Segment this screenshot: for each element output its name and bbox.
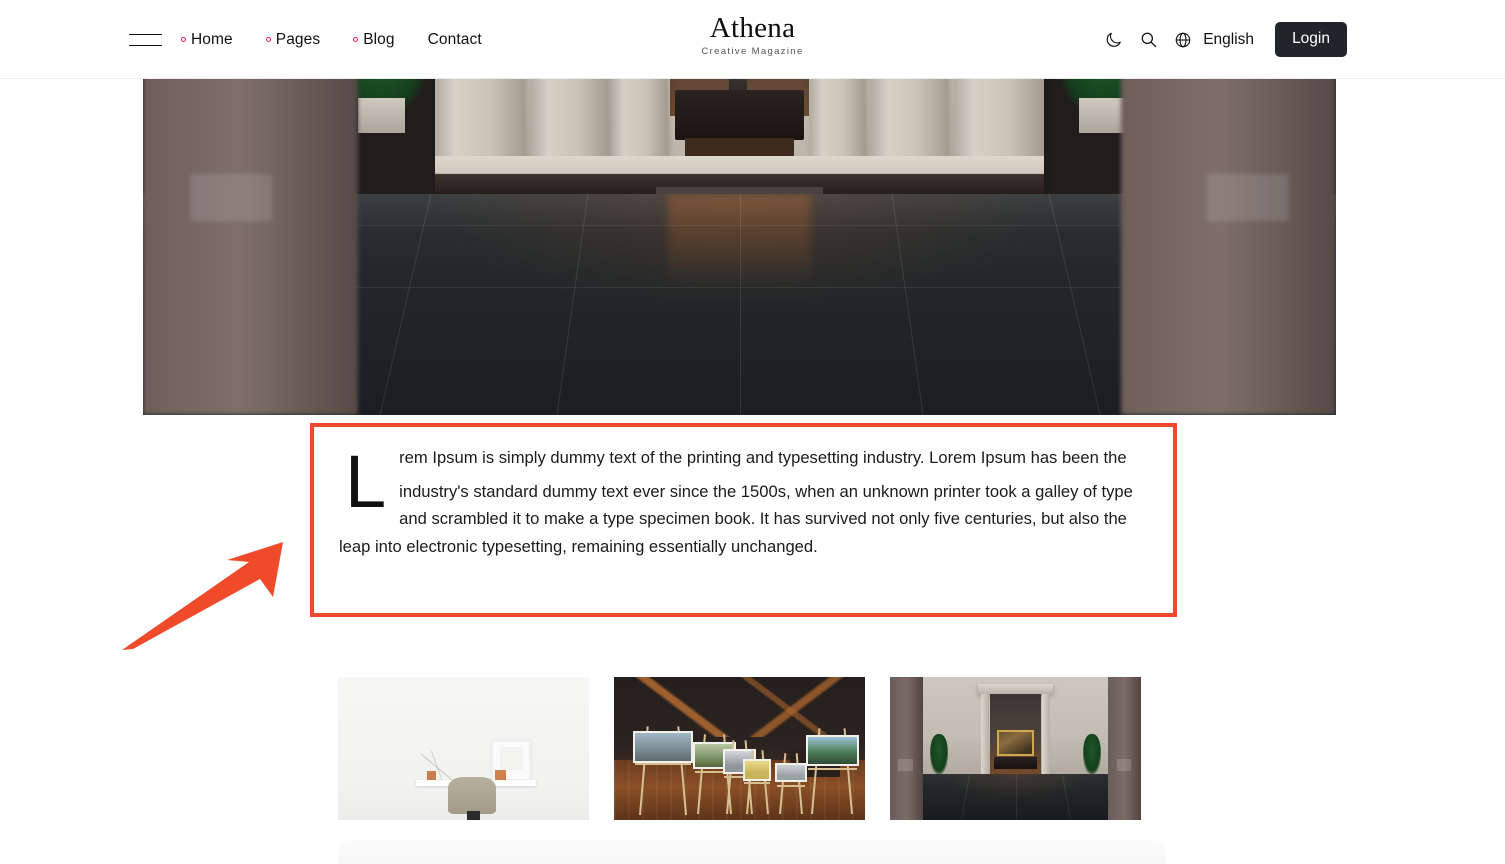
thumb-easel-crossbar <box>776 784 806 787</box>
thumb-canvas <box>632 730 694 763</box>
scene-wall-plate <box>190 173 272 222</box>
article-lede-body: orem Ipsum is simply dummy text of the p… <box>339 448 1133 557</box>
thumb-easel-crossbar <box>743 782 771 785</box>
thumb-plant <box>420 751 456 783</box>
nav-item-label: Pages <box>275 30 321 48</box>
gallery-thumbnail[interactable] <box>890 677 1141 820</box>
nav-item-blog[interactable]: Blog <box>353 30 395 49</box>
globe-icon <box>1170 27 1196 53</box>
page-root: Home Pages Blog Contact Athena Creative … <box>0 0 1505 864</box>
scene-floor-seam <box>890 193 924 415</box>
scene-door-jamb <box>1121 79 1336 415</box>
hamburger-line <box>129 44 162 46</box>
thumb-canvas <box>805 735 859 767</box>
thumb-chair-leg <box>467 811 480 820</box>
thumb-easel <box>775 752 808 815</box>
scene-bench-base <box>684 138 795 158</box>
thumb-pilaster <box>981 694 990 775</box>
thumb-door-jamb <box>1108 677 1141 820</box>
thumbnail-gallery <box>338 677 1141 820</box>
thumb-chair <box>448 777 497 815</box>
thumb-canvas <box>775 762 807 783</box>
search-icon[interactable] <box>1135 27 1161 53</box>
thumb-canvas <box>742 758 772 781</box>
scene-floor-seam <box>556 193 590 415</box>
gallery-thumbnail[interactable] <box>614 677 865 820</box>
nav-item-pages[interactable]: Pages <box>265 30 321 49</box>
scene-door-jamb <box>143 79 358 415</box>
thumb-bench <box>994 757 1037 769</box>
thumb-easel <box>632 725 695 815</box>
hamburger-line <box>129 33 162 35</box>
nav-item-label: Blog <box>363 30 395 48</box>
thumb-wall-plate <box>1116 758 1132 772</box>
scene-floor-seam <box>379 193 432 415</box>
thumb-door-jamb <box>890 677 923 820</box>
nav-items: Home Pages Blog Contact <box>181 31 482 49</box>
login-button[interactable]: Login <box>1275 22 1347 57</box>
annotation-arrow-icon <box>115 538 290 656</box>
nav-item-contact[interactable]: Contact <box>428 31 482 49</box>
article-lede-text: Lorem Ipsum is simply dummy text of the … <box>339 444 1139 561</box>
thumb-wall-plate <box>898 758 913 772</box>
scene-floor-seam <box>739 193 741 415</box>
hero-image <box>143 79 1336 415</box>
thumb-easel <box>742 750 772 815</box>
thumb-potted-plant <box>930 734 948 775</box>
nav-item-home[interactable]: Home <box>181 31 233 49</box>
nav-item-label: Home <box>191 30 233 48</box>
drop-cap: L <box>345 440 387 523</box>
scene-bench <box>675 90 804 140</box>
scene-wall-plate <box>1207 173 1289 222</box>
hero-image-art <box>143 79 1336 415</box>
language-selector[interactable]: English <box>1170 27 1254 53</box>
scene-plant-pot <box>357 98 406 134</box>
thumb-easel <box>805 728 860 815</box>
thumb-easel-crossbar <box>635 762 691 765</box>
moon-icon[interactable] <box>1100 27 1126 53</box>
bullet-dot-icon <box>353 37 359 42</box>
article-lede: Lorem Ipsum is simply dummy text of the … <box>339 444 1139 561</box>
thumb-entablature <box>977 684 1054 695</box>
thumb-potted-plant <box>1083 734 1101 775</box>
hamburger-icon[interactable] <box>129 33 162 46</box>
primary-navigation: Home Pages Blog Contact <box>129 0 482 79</box>
thumb-pilaster <box>1041 694 1050 775</box>
language-label: English <box>1203 30 1255 48</box>
thumb-floor-seam <box>961 774 971 820</box>
bullet-dot-icon <box>265 37 271 42</box>
thumb-frame-inner <box>499 747 523 770</box>
scene-floor-seam <box>1048 193 1101 415</box>
thumb-floor-seam <box>1015 774 1017 820</box>
museum-scene <box>143 79 1336 415</box>
site-header: Home Pages Blog Contact Athena Creative … <box>0 0 1505 79</box>
thumb-floor-seam <box>1061 774 1071 820</box>
thumb-easel-crossbar <box>808 767 857 770</box>
header-actions: English Login <box>1100 0 1505 79</box>
next-section-panel <box>338 840 1166 864</box>
thumb-framed-painting <box>996 729 1035 756</box>
gallery-thumbnail[interactable] <box>338 677 589 820</box>
thumb-marble-floor <box>890 774 1141 820</box>
scene-plant-pot <box>1079 98 1128 134</box>
nav-item-label: Contact <box>427 30 482 48</box>
bullet-dot-icon <box>181 37 186 42</box>
